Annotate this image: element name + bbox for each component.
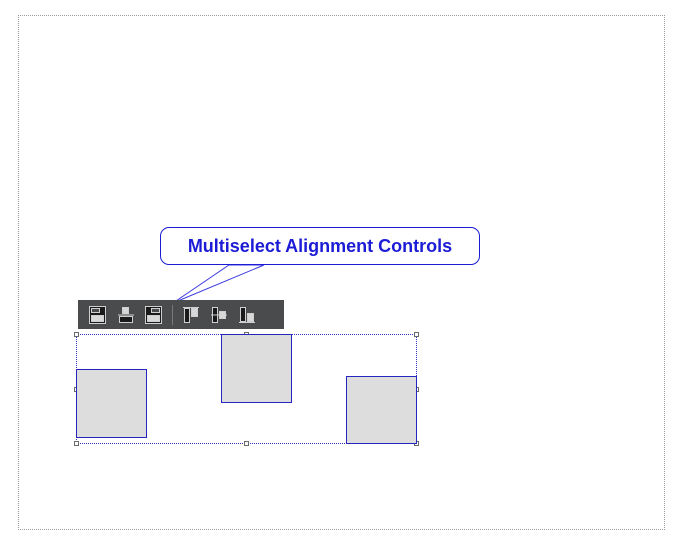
align-bottom-button[interactable]	[235, 304, 259, 326]
align-right-button[interactable]	[142, 304, 166, 326]
align-left-icon	[89, 305, 106, 324]
selection-handle-bottom-left[interactable]	[74, 441, 79, 446]
align-middle-vertical-icon	[211, 306, 227, 323]
selected-shape-right[interactable]	[346, 376, 417, 444]
selected-shape-middle[interactable]	[221, 334, 292, 403]
align-center-horizontal-icon	[118, 306, 134, 323]
align-bottom-icon	[239, 306, 255, 323]
selection-handle-top-left[interactable]	[74, 332, 79, 337]
align-right-icon	[145, 305, 162, 324]
alignment-toolbar	[78, 300, 284, 329]
callout-text: Multiselect Alignment Controls	[187, 235, 453, 256]
callout-label: Multiselect Alignment Controls	[160, 227, 480, 265]
align-center-horizontal-button[interactable]	[114, 304, 138, 326]
selection-handle-bottom-center[interactable]	[244, 441, 249, 446]
align-left-button[interactable]	[86, 304, 110, 326]
align-top-icon	[183, 306, 199, 323]
align-top-button[interactable]	[179, 304, 203, 326]
selection-handle-top-right[interactable]	[414, 332, 419, 337]
selected-shape-left[interactable]	[76, 369, 147, 438]
align-middle-vertical-button[interactable]	[207, 304, 231, 326]
toolbar-separator	[172, 304, 173, 325]
canvas-frame	[18, 15, 665, 530]
